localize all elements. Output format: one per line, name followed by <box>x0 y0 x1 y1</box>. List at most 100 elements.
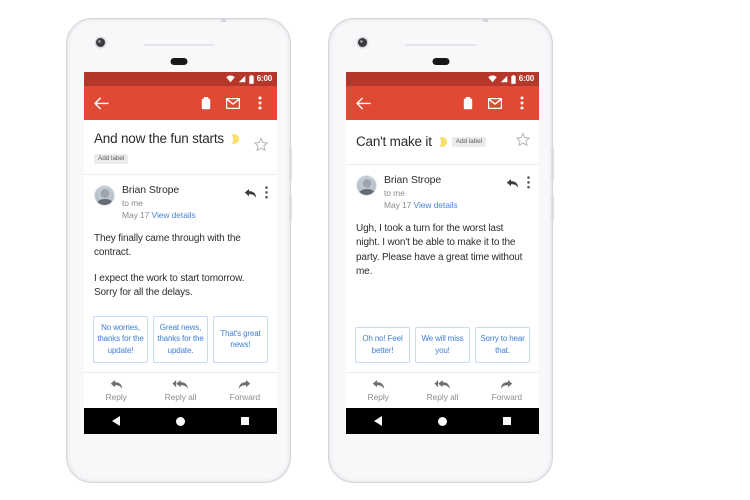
status-bar-time: 6:00 <box>518 74 534 83</box>
reply-all-label: Reply all <box>164 391 197 402</box>
reply-all-button[interactable]: Reply all <box>148 379 212 402</box>
home-button[interactable] <box>431 410 453 432</box>
signal-icon <box>500 75 508 83</box>
circle-icon <box>175 416 185 426</box>
message-paragraph: Ugh, I took a turn for the worst last ni… <box>356 223 523 277</box>
date-row: May 17 View details <box>384 199 506 211</box>
reply-icon <box>110 379 122 389</box>
view-details-link[interactable]: View details <box>414 200 458 210</box>
wifi-icon <box>226 75 235 83</box>
avatar <box>356 174 377 196</box>
volume-button[interactable] <box>289 195 292 221</box>
sender-name: Brian Strope <box>122 183 180 196</box>
message-paragraph: They finally came through with the contr… <box>94 233 241 259</box>
forward-button[interactable]: Forward <box>213 379 277 402</box>
reply-all-icon <box>172 379 188 389</box>
date-row: May 17 View details <box>122 209 244 221</box>
phone-screen-right: 6:00 Can't make it Add label Brian Strop… <box>346 72 539 434</box>
recipient-label: to me <box>122 197 143 208</box>
message-header: Brian Strope to me May 17 View details <box>84 175 277 222</box>
subject-title: And now the fun starts <box>94 131 224 146</box>
reply-button[interactable]: Reply <box>346 379 410 402</box>
reply-arrow-icon[interactable] <box>506 176 519 194</box>
reply-all-icon <box>434 379 450 389</box>
back-arrow-icon[interactable] <box>353 93 373 113</box>
message-body: They finally came through with the contr… <box>84 221 277 315</box>
battery-icon <box>249 74 254 84</box>
phone-body-right: 6:00 Can't make it Add label Brian Strop… <box>332 22 549 479</box>
star-outline-icon[interactable] <box>515 132 531 151</box>
sender-name: Brian Strope <box>384 173 442 186</box>
phone-screen-left: 6:00 And now the fun starts Add label Br… <box>84 72 277 434</box>
delete-icon[interactable] <box>458 93 478 113</box>
avatar <box>94 184 115 206</box>
back-button[interactable] <box>105 410 127 432</box>
back-button[interactable] <box>367 410 389 432</box>
overflow-menu-icon[interactable] <box>512 93 532 113</box>
forward-button[interactable]: Forward <box>475 379 539 402</box>
mark-unread-icon[interactable] <box>485 93 505 113</box>
triangle-icon <box>374 416 383 426</box>
smart-reply-chip[interactable]: No worries, thanks for the update! <box>93 315 148 363</box>
power-button[interactable] <box>289 147 292 181</box>
earpiece-speaker <box>404 44 477 46</box>
reply-label: Reply <box>105 391 127 402</box>
message-date: May 17 <box>384 199 412 210</box>
recipient-label: to me <box>384 187 405 198</box>
mark-unread-icon[interactable] <box>223 93 243 113</box>
overflow-menu-icon[interactable] <box>265 185 268 204</box>
back-arrow-icon[interactable] <box>91 93 111 113</box>
add-label-chip[interactable]: Add label <box>94 153 129 165</box>
circle-icon <box>437 416 447 426</box>
reply-arrow-icon[interactable] <box>244 186 257 204</box>
app-bar <box>346 86 539 120</box>
volume-button[interactable] <box>551 195 554 221</box>
smart-reply-chip[interactable]: We will miss you! <box>415 327 470 363</box>
smart-reply-chip[interactable]: Great news, thanks for the update. <box>153 315 208 363</box>
delete-icon[interactable] <box>196 93 216 113</box>
square-icon <box>240 417 249 425</box>
battery-icon <box>511 74 516 84</box>
front-camera-icon <box>358 38 367 47</box>
forward-icon <box>239 379 251 389</box>
reply-button[interactable]: Reply <box>84 379 148 402</box>
phone-device-left: 6:00 And now the fun starts Add label Br… <box>66 18 292 483</box>
view-details-link[interactable]: View details <box>152 210 196 220</box>
smart-reply-chip[interactable]: Sorry to hear that. <box>475 327 530 363</box>
phone-body-left: 6:00 And now the fun starts Add label Br… <box>70 22 287 479</box>
moon-emoji <box>436 136 447 147</box>
forward-label: Forward <box>229 391 261 402</box>
message-actions <box>506 175 530 194</box>
android-nav-bar <box>346 408 539 434</box>
subject-header: Can't make it Add label <box>346 120 539 165</box>
forward-icon <box>501 379 513 389</box>
recents-button[interactable] <box>234 410 256 432</box>
status-bar: 6:00 <box>84 72 277 86</box>
star-outline-icon[interactable] <box>253 137 269 156</box>
signal-icon <box>238 75 246 83</box>
home-button[interactable] <box>169 410 191 432</box>
recents-button[interactable] <box>496 410 518 432</box>
smart-reply-chip[interactable]: That's great news! <box>213 315 268 363</box>
subject-title: Can't make it <box>356 134 432 149</box>
forward-label: Forward <box>491 391 523 402</box>
power-button[interactable] <box>551 147 554 181</box>
reply-all-label: Reply all <box>426 391 459 402</box>
screenshot-stage: 6:00 And now the fun starts Add label Br… <box>0 0 750 500</box>
status-bar-time: 6:00 <box>256 74 272 83</box>
message-paragraph: I expect the work to start tomorrow. Sor… <box>94 272 245 298</box>
front-camera-icon <box>96 38 105 47</box>
wifi-icon <box>488 75 497 83</box>
sender-info: Brian Strope to me May 17 View details <box>122 184 244 222</box>
add-label-chip[interactable]: Add label <box>451 136 486 147</box>
android-nav-bar <box>84 408 277 434</box>
square-icon <box>502 417 511 425</box>
app-bar <box>84 86 277 120</box>
reply-all-button[interactable]: Reply all <box>410 379 474 402</box>
overflow-menu-icon[interactable] <box>250 93 270 113</box>
message-header: Brian Strope to me May 17 View details <box>346 165 539 212</box>
subject-header: And now the fun starts Add label <box>84 120 277 175</box>
phone-chin <box>346 434 535 474</box>
smart-reply-chip[interactable]: Oh no! Feel better! <box>355 327 410 363</box>
overflow-menu-icon[interactable] <box>527 175 530 194</box>
